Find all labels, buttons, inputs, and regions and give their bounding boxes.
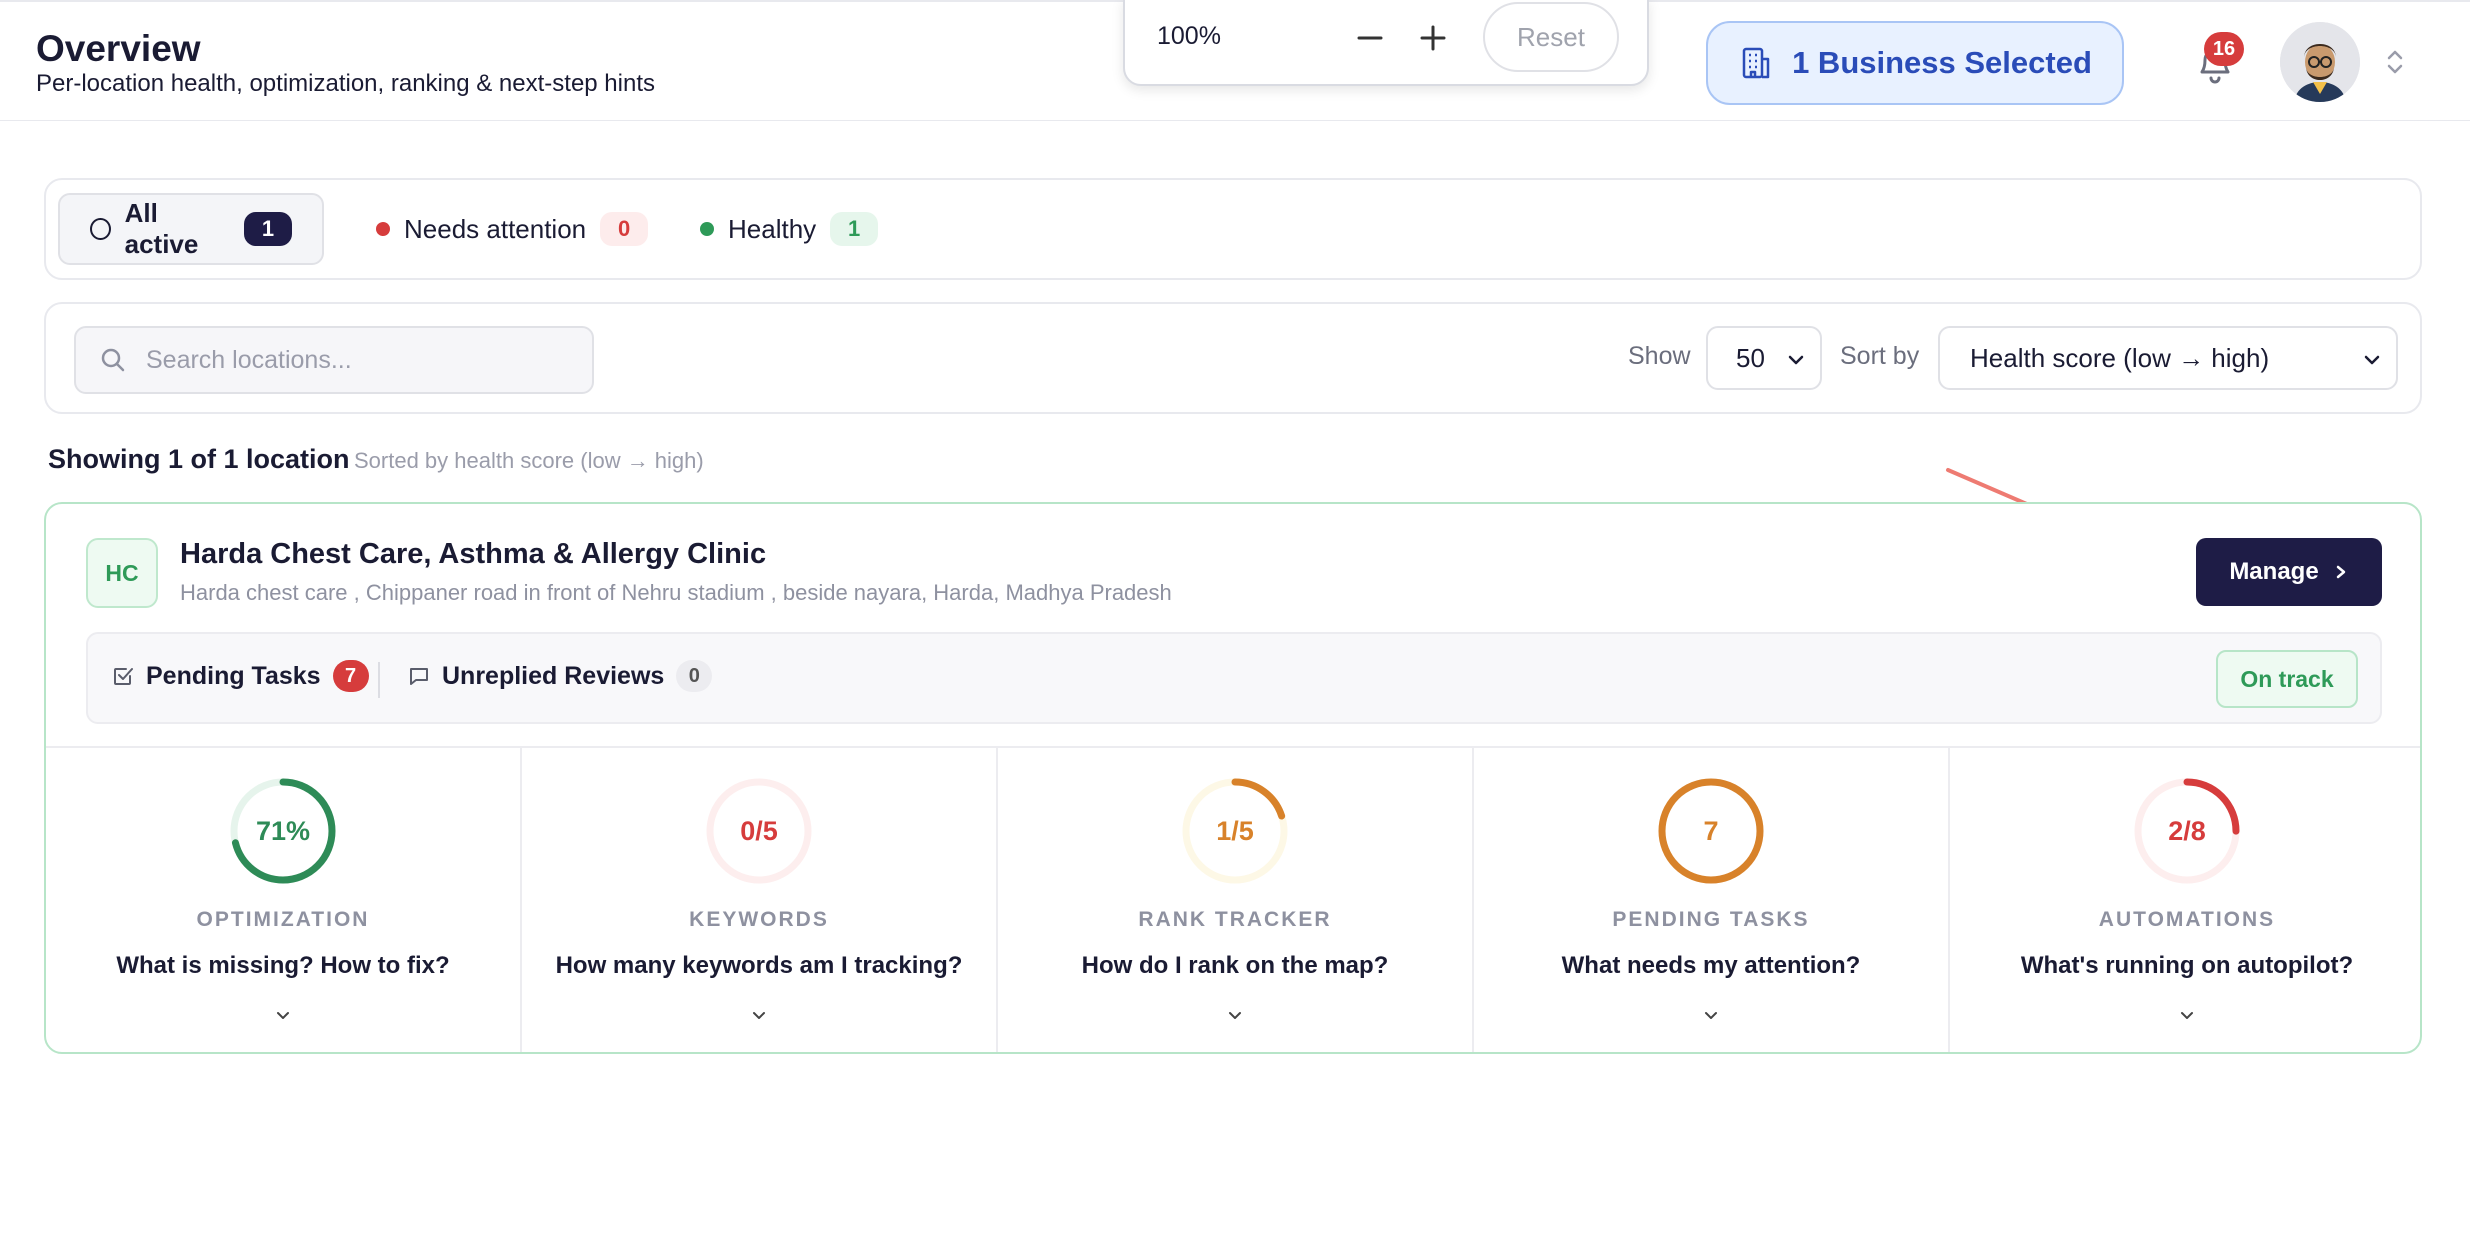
sort-select[interactable]: Health score (low → high) <box>1938 326 2398 390</box>
filter-tab-label: All active <box>124 198 199 259</box>
chevron-down-icon[interactable] <box>1701 1006 1721 1026</box>
filter-tab-label: Needs attention <box>404 213 587 244</box>
divider <box>378 662 380 698</box>
search-icon <box>101 348 125 372</box>
zoom-value: 100% <box>1157 22 1221 50</box>
zoom-in-button[interactable] <box>1413 18 1453 58</box>
show-label: Show <box>1628 342 1691 370</box>
chevron-up-down-icon[interactable] <box>2384 48 2406 76</box>
status-badge: On track <box>2216 650 2358 708</box>
filter-count: 1 <box>244 212 292 246</box>
metric-question: How do I rank on the map? <box>1081 952 1389 979</box>
page-title: Overview <box>36 28 201 69</box>
zoom-control: 100% Reset <box>1123 0 1649 86</box>
location-initials: HC <box>86 538 158 608</box>
red-dot-icon <box>376 222 390 236</box>
metric-label: AUTOMATIONS <box>2098 908 2276 931</box>
metric-label: RANK TRACKER <box>1138 908 1332 931</box>
metrics-row: 71% OPTIMIZATION What is missing? How to… <box>46 746 2420 1052</box>
metric-question: What's running on autopilot? <box>2020 952 2354 979</box>
location-card: HC Harda Chest Care, Asthma & Allergy Cl… <box>44 502 2422 1054</box>
business-selector-label: 1 Business Selected <box>1792 45 2092 80</box>
pending-tasks-count: 7 <box>332 660 369 692</box>
status-filter-bar: All active 1 Needs attention 0 Healthy 1 <box>44 178 2422 280</box>
metric-value: 1/5 <box>1216 815 1254 846</box>
metric-rank-tracker[interactable]: 1/5 RANK TRACKER How do I rank on the ma… <box>998 748 1474 1052</box>
zoom-out-button[interactable] <box>1350 18 1390 58</box>
results-count: Showing 1 of 1 location <box>48 444 350 474</box>
page-size-select[interactable]: 50 <box>1706 326 1822 390</box>
chevron-down-icon[interactable] <box>2177 1006 2197 1026</box>
chevron-right-icon <box>2336 565 2345 579</box>
filter-tab-all-active[interactable]: All active 1 <box>58 193 324 265</box>
sort-value: Health score (low → high) <box>1970 342 2270 373</box>
pending-tasks-summary[interactable]: Pending Tasks 7 <box>112 660 369 692</box>
top-header: Overview Per-location health, optimizati… <box>0 0 2470 121</box>
metric-label: OPTIMIZATION <box>196 908 370 931</box>
building-icon <box>1742 47 1770 79</box>
message-icon <box>410 668 428 685</box>
location-address: Harda chest care , Chippaner road in fro… <box>180 580 1172 605</box>
plus-icon <box>1420 25 1446 51</box>
metric-value: 2/8 <box>2168 815 2206 846</box>
metric-value: 71% <box>255 815 311 846</box>
chevron-down-icon[interactable] <box>1225 1006 1245 1026</box>
unreplied-reviews-summary[interactable]: Unreplied Reviews 0 <box>408 660 713 692</box>
avatar[interactable] <box>2280 22 2360 102</box>
page-size-value: 50 <box>1736 342 1765 373</box>
search-sort-bar: Show 50 Sort by Health score (low → high… <box>44 302 2422 414</box>
search-input[interactable] <box>146 345 566 375</box>
filter-count: 0 <box>600 212 649 246</box>
zoom-reset-button[interactable]: Reset <box>1483 2 1619 72</box>
chevron-down-icon[interactable] <box>273 1006 293 1026</box>
metric-automations[interactable]: 2/8 AUTOMATIONS What's running on autopi… <box>1950 748 2420 1052</box>
metric-value: 7 <box>1703 815 1719 846</box>
chevron-down-icon <box>2364 355 2380 365</box>
unreplied-reviews-label: Unreplied Reviews <box>442 661 665 690</box>
filter-tab-needs-attention[interactable]: Needs attention 0 <box>346 193 678 265</box>
metric-question: How many keywords am I tracking? <box>555 952 963 979</box>
unreplied-reviews-count: 0 <box>676 660 713 692</box>
business-selector-button[interactable]: 1 Business Selected <box>1706 21 2124 105</box>
minus-icon <box>1357 36 1383 40</box>
location-name: Harda Chest Care, Asthma & Allergy Clini… <box>180 538 767 570</box>
pending-tasks-label: Pending Tasks <box>146 661 321 690</box>
metric-pending-tasks[interactable]: 7 PENDING TASKS What needs my attention? <box>1474 748 1950 1052</box>
circle-icon <box>90 218 111 240</box>
metric-value: 0/5 <box>740 815 778 846</box>
sort-hint: Sorted by health score (low → high) <box>354 448 704 473</box>
metric-question: What needs my attention? <box>1561 952 1861 979</box>
metric-question: What is missing? How to fix? <box>116 952 450 979</box>
manage-button[interactable]: Manage <box>2196 538 2382 606</box>
sort-label: Sort by <box>1840 342 1920 370</box>
green-dot-icon <box>700 222 714 236</box>
metric-label: PENDING TASKS <box>1612 908 1810 931</box>
search-field[interactable] <box>74 326 594 394</box>
page-subtitle: Per-location health, optimization, ranki… <box>36 70 655 97</box>
filter-tab-healthy[interactable]: Healthy 1 <box>670 193 908 265</box>
filter-tab-label: Healthy <box>728 213 817 244</box>
metric-optimization[interactable]: 71% OPTIMIZATION What is missing? How to… <box>46 748 522 1052</box>
manage-button-label: Manage <box>2229 558 2319 585</box>
filter-count: 1 <box>830 212 879 246</box>
metric-keywords[interactable]: 0/5 KEYWORDS How many keywords am I trac… <box>522 748 998 1052</box>
location-summary-strip: Pending Tasks 7 Unreplied Reviews 0 On t… <box>86 632 2382 724</box>
metric-label: KEYWORDS <box>689 908 829 931</box>
avatar-image <box>2280 22 2360 102</box>
chevron-down-icon[interactable] <box>749 1006 769 1026</box>
chevron-down-icon <box>1788 355 1804 365</box>
checkbox-icon <box>114 668 133 685</box>
notification-badge: 16 <box>2204 32 2244 66</box>
